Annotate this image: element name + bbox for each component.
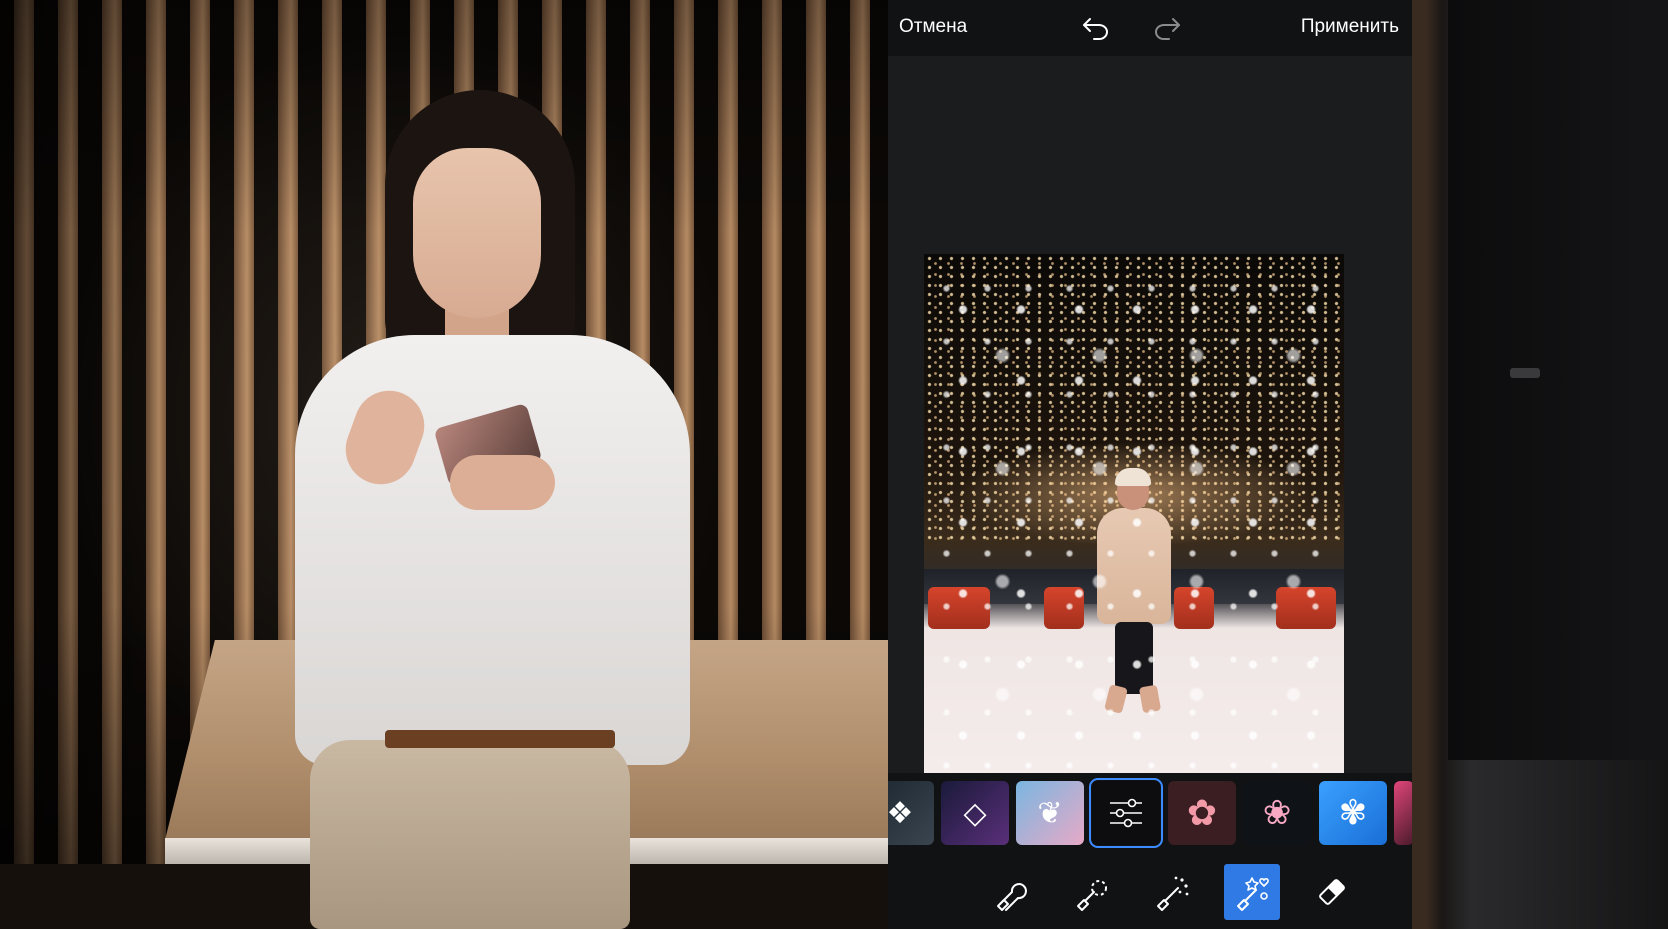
magic-wand-tool[interactable]	[1144, 864, 1200, 920]
pink-flower-sticker[interactable]: ✿	[1168, 781, 1236, 845]
dark-door	[1448, 0, 1668, 760]
snow-overlay	[924, 254, 1344, 774]
dotted-brush-tool[interactable]	[1064, 864, 1120, 920]
geometric-crystal-sticker[interactable]: ◇	[941, 781, 1009, 845]
white-flowers-blue-sticker[interactable]: ✾	[1319, 781, 1387, 845]
crystal-icon: ◇	[963, 795, 987, 831]
ice-cubes-icon: ❖	[888, 795, 914, 831]
partial-sticker[interactable]	[1394, 781, 1412, 845]
door-handle	[1510, 368, 1540, 378]
brush-tool[interactable]	[984, 864, 1040, 920]
dotted-brush-icon	[1077, 880, 1107, 911]
brush-toolbar	[888, 853, 1412, 929]
cancel-button[interactable]: Отмена	[899, 16, 967, 38]
flowers-icon: ❀	[1262, 793, 1292, 833]
sticker-strip[interactable]: ❖ ◇ ❦ ✿ ❀ ✾	[888, 773, 1412, 853]
redo-button[interactable]	[1150, 12, 1184, 42]
sticker-brush-tool[interactable]	[1224, 864, 1280, 920]
watercolor-icon: ❦	[1037, 795, 1063, 831]
right-hand	[450, 455, 555, 510]
redo-icon	[1155, 18, 1180, 40]
eraser-tool[interactable]	[1304, 864, 1360, 920]
eraser-icon	[1319, 879, 1345, 905]
flower-icon: ✿	[1186, 792, 1218, 834]
face	[413, 148, 541, 318]
sliders-icon	[1110, 798, 1142, 828]
adjust-sliders-sticker[interactable]	[1089, 778, 1163, 848]
editor-top-bar: Отмена Применить	[888, 0, 1412, 56]
pants	[310, 740, 630, 929]
photo-editor-screen: Отмена Применить ❖ ◇ ❦ ✿ ❀ ✾	[888, 0, 1412, 929]
undo-button[interactable]	[1079, 12, 1113, 42]
presenter-person	[295, 90, 695, 929]
apply-button[interactable]: Применить	[1301, 16, 1399, 38]
edited-photo[interactable]	[924, 254, 1344, 774]
ice-cubes-sticker[interactable]: ❖	[888, 781, 934, 845]
background-scene-left	[0, 0, 888, 929]
shirt	[295, 335, 690, 765]
watercolor-sticker[interactable]: ❦	[1016, 781, 1084, 845]
belt	[385, 730, 615, 748]
floral-pattern-sticker[interactable]: ❀	[1243, 781, 1311, 845]
editor-canvas-area	[888, 56, 1412, 774]
flowers-icon: ✾	[1338, 793, 1368, 833]
undo-icon	[1083, 18, 1108, 40]
brush-icon	[997, 883, 1027, 911]
sticker-brush-icon	[1237, 877, 1269, 911]
magic-wand-icon	[1157, 876, 1189, 911]
